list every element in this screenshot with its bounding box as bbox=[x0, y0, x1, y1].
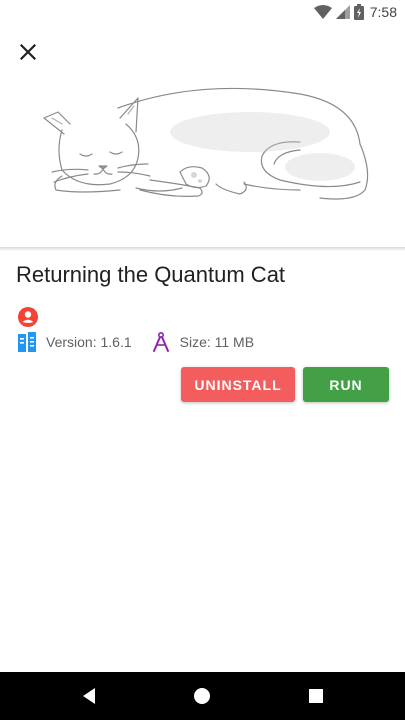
status-time: 7:58 bbox=[369, 4, 397, 20]
uninstall-button[interactable]: UNINSTALL bbox=[181, 367, 295, 402]
status-icons: 7:58 bbox=[313, 3, 397, 21]
account-circle-icon bbox=[18, 307, 38, 327]
cell-signal-icon bbox=[335, 5, 350, 19]
author-icon-button[interactable] bbox=[18, 307, 38, 327]
file-version-icon bbox=[18, 332, 36, 352]
navigation-bar bbox=[0, 672, 405, 720]
version-info: Version: 1.6.1 bbox=[18, 332, 132, 352]
nav-back-button[interactable] bbox=[76, 684, 102, 708]
app-meta-row: Version: 1.6.1 Size: 11 MB bbox=[18, 331, 254, 353]
app-hero-image bbox=[0, 72, 405, 248]
home-icon bbox=[194, 688, 210, 704]
status-bar: 7:58 bbox=[0, 0, 405, 24]
close-button[interactable] bbox=[14, 38, 42, 66]
size-info: Size: 11 MB bbox=[152, 332, 254, 352]
nav-recents-button[interactable] bbox=[303, 684, 329, 708]
back-icon bbox=[83, 688, 95, 704]
size-text: Size: 11 MB bbox=[179, 334, 255, 350]
nav-home-button[interactable] bbox=[189, 684, 215, 708]
wifi-icon bbox=[313, 5, 332, 19]
version-text: Version: 1.6.1 bbox=[46, 334, 132, 350]
battery-icon bbox=[353, 4, 364, 20]
run-button[interactable]: RUN bbox=[303, 367, 389, 402]
compass-icon bbox=[152, 332, 169, 352]
hero-divider bbox=[0, 247, 405, 251]
close-icon bbox=[20, 44, 36, 60]
recents-icon bbox=[309, 689, 323, 703]
app-title: Returning the Quantum Cat bbox=[16, 262, 286, 287]
sleeping-cat-illustration bbox=[43, 87, 369, 200]
